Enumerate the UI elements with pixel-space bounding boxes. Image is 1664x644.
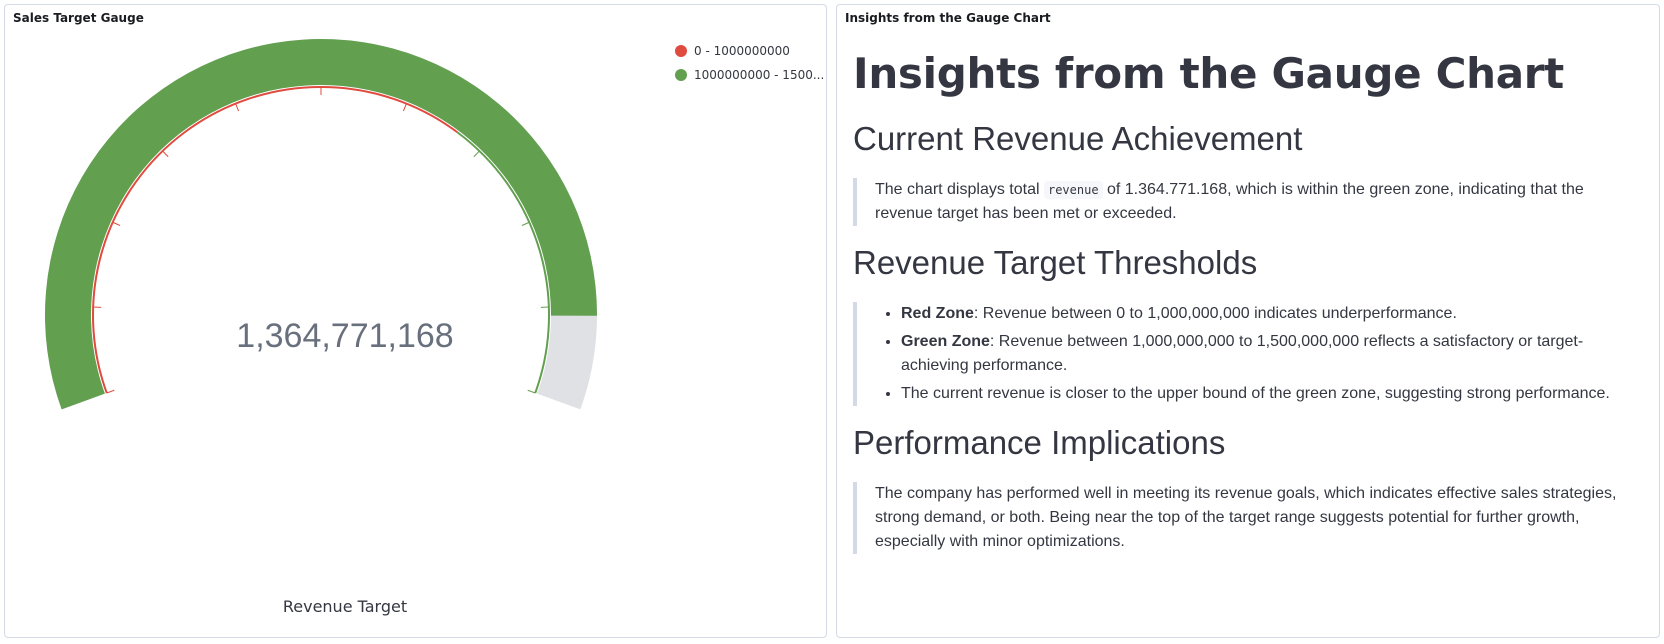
section-paragraph: The chart displays total revenue of 1.36… — [875, 178, 1633, 226]
text: : Revenue between 0 to 1,000,000,000 ind… — [973, 305, 1457, 322]
legend-color-dot — [675, 45, 687, 57]
bold-label: Green Zone — [901, 333, 990, 350]
section-title: Performance Implications — [853, 424, 1226, 461]
threshold-list: Red Zone: Revenue between 0 to 1,000,000… — [875, 302, 1633, 406]
text: The chart displays total — [875, 181, 1044, 198]
sales-target-gauge-panel: Sales Target Gauge 0 - 1000000000 100000… — [4, 4, 827, 638]
list-item: Red Zone: Revenue between 0 to 1,000,000… — [901, 302, 1633, 326]
section-paragraph: The company has performed well in meetin… — [875, 485, 1617, 550]
section-title: Revenue Target Thresholds — [853, 244, 1258, 281]
legend-item-red-range[interactable]: 0 - 1000000000 — [675, 39, 824, 63]
gauge-value: 1,364,771,168 — [236, 317, 454, 355]
legend-label: 0 - 1000000000 — [694, 44, 790, 58]
text: : Revenue between 1,000,000,000 to 1,500… — [901, 333, 1584, 374]
gauge-tick — [402, 103, 407, 112]
text: The current revenue is closer to the upp… — [901, 385, 1610, 402]
markdown-content: Insights from the Gauge Chart Current Re… — [853, 41, 1643, 572]
bold-label: Red Zone — [901, 305, 974, 322]
section-quote: Red Zone: Revenue between 0 to 1,000,000… — [853, 302, 1643, 406]
inline-code: revenue — [1043, 181, 1103, 199]
panel-title: Insights from the Gauge Chart — [845, 11, 1051, 25]
legend-item-green-range[interactable]: 1000000000 - 1500... — [675, 63, 824, 87]
gauge-tick — [106, 389, 115, 394]
list-item: The current revenue is closer to the upp… — [901, 382, 1633, 406]
insights-markdown-panel: Insights from the Gauge Chart Insights f… — [836, 4, 1660, 638]
gauge-tick — [162, 150, 169, 158]
list-item: Green Zone: Revenue between 1,000,000,00… — [901, 330, 1633, 378]
gauge-tick — [527, 389, 536, 394]
gauge-tick — [473, 150, 480, 158]
legend-color-dot — [675, 69, 687, 81]
gauge-tick — [521, 221, 530, 226]
gauge-tick — [235, 103, 240, 112]
gauge-label: Revenue Target — [282, 597, 408, 616]
section-quote: The company has performed well in meetin… — [853, 482, 1643, 554]
gauge-tick — [112, 221, 121, 226]
markdown-heading: Insights from the Gauge Chart — [853, 49, 1564, 98]
section-quote: The chart displays total revenue of 1.36… — [853, 178, 1643, 226]
legend-label: 1000000000 - 1500... — [694, 68, 825, 82]
chart-legend: 0 - 1000000000 1000000000 - 1500... — [675, 39, 824, 87]
section-title: Current Revenue Achievement — [853, 120, 1303, 157]
